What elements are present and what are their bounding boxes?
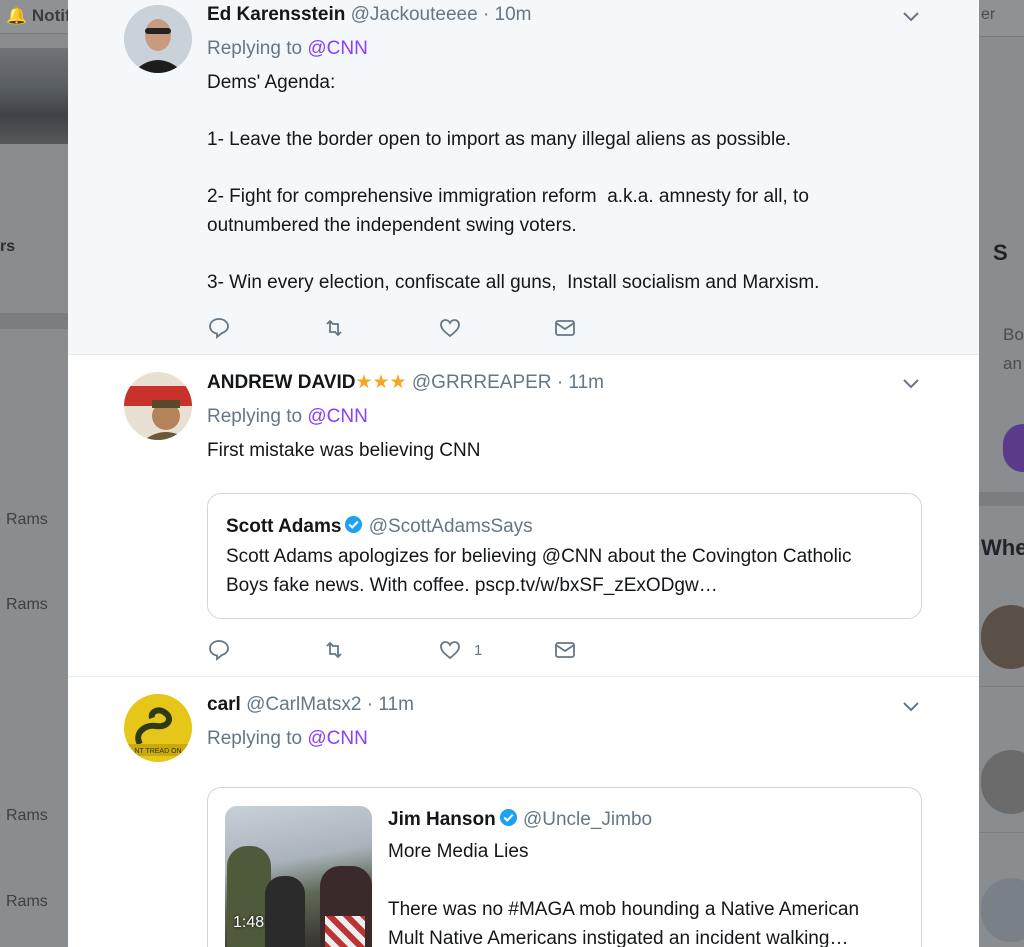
tweet-header: Ed Karensstein @Jackouteeee · 10m <box>207 4 532 26</box>
background-who-to-follow-heading: Whe <box>981 535 1024 560</box>
author-handle[interactable]: @CarlMatsx2 <box>246 694 361 715</box>
background-avatar <box>981 750 1024 814</box>
reply-icon <box>209 318 229 339</box>
retweet-button[interactable] <box>322 637 346 663</box>
author-handle[interactable]: @Jackouteeee <box>351 4 478 25</box>
background-trend-item: Rams <box>6 807 48 824</box>
avatar[interactable] <box>124 372 192 440</box>
conversation-modal: Ed Karensstein @Jackouteeee · 10m Replyi… <box>68 0 979 947</box>
quoted-tweet-text: Scott Adams apologizes for believing @CN… <box>226 546 852 596</box>
background-trend-item: Rams <box>6 893 48 910</box>
background-trend-item: Rams <box>6 511 48 528</box>
verified-badge-icon <box>499 808 517 827</box>
heart-icon <box>440 641 460 660</box>
quoted-tweet[interactable]: 1:48 Jim Hanson @Uncle_Jimbo More Media … <box>207 787 922 947</box>
heart-icon <box>440 319 460 338</box>
replying-to: Replying to @CNN <box>207 406 368 427</box>
chevron-down-icon[interactable] <box>902 698 920 716</box>
chevron-down-icon[interactable] <box>902 8 920 26</box>
quoted-tweet-header: Scott Adams @ScottAdamsSays <box>226 515 533 538</box>
author-name[interactable]: carl <box>207 694 241 715</box>
background-left-column: 🔔 Notifi rs Rams Rams Rams Rams <box>0 0 68 947</box>
chevron-down-icon[interactable] <box>902 375 920 393</box>
background-label: rs <box>0 238 16 255</box>
quoted-tweet-text: More Media Lies There was no #MAGA mob h… <box>388 841 860 947</box>
reply-icon <box>209 640 229 661</box>
tweet-header: ANDREW DAVID★★★ @GRRREAPER · 11m <box>207 371 604 394</box>
avatar-photo <box>124 372 192 440</box>
author-name[interactable]: Ed Karensstein <box>207 4 345 25</box>
reply-button[interactable] <box>207 637 231 663</box>
avatar[interactable] <box>124 5 192 73</box>
background-search-fragment: er <box>981 6 996 23</box>
direct-message-button[interactable] <box>553 637 577 663</box>
background-divider <box>0 313 68 329</box>
retweet-icon <box>326 641 342 659</box>
background-text: Bo an <box>1003 325 1024 373</box>
verified-badge-icon <box>345 515 363 534</box>
tweet-timestamp[interactable]: · 11m <box>367 694 414 715</box>
like-button[interactable]: 1 <box>438 637 482 663</box>
background-photo <box>0 48 68 144</box>
tweet-timestamp[interactable]: · 10m <box>483 4 532 25</box>
mention-link[interactable]: @CNN <box>307 38 367 59</box>
avatar[interactable]: NT TREAD ON <box>124 694 192 762</box>
quoted-tweet[interactable]: Scott Adams @ScottAdamsSays Scott Adams … <box>207 493 922 619</box>
tweet-text: Dems' Agenda: 1- Leave the border open t… <box>207 72 820 293</box>
quoted-author-handle: @Uncle_Jimbo <box>522 809 653 830</box>
tweet-timestamp[interactable]: · 11m <box>557 372 604 393</box>
direct-message-button[interactable] <box>553 315 577 341</box>
background-notifications-tab: 🔔 Notifi <box>6 6 68 25</box>
reply-button[interactable] <box>207 315 231 341</box>
quoted-author-handle: @ScottAdamsSays <box>368 516 533 537</box>
background-heading: S <box>993 240 1008 265</box>
background-right-column: er S Bo an Whe <box>979 0 1024 947</box>
quoted-author-name: Scott Adams <box>226 516 342 537</box>
quoted-author-name: Jim Hanson <box>388 809 496 830</box>
envelope-icon <box>555 320 575 336</box>
video-thumbnail[interactable]: 1:48 <box>225 806 372 947</box>
retweet-button[interactable] <box>322 315 346 341</box>
background-divider <box>979 492 1024 506</box>
author-name[interactable]: ANDREW DAVID <box>207 372 355 393</box>
reply-tweet[interactable]: Ed Karensstein @Jackouteeee · 10m Replyi… <box>68 0 979 355</box>
bell-icon: 🔔 <box>6 6 28 25</box>
like-button[interactable] <box>438 315 474 341</box>
svg-text:NT TREAD ON: NT TREAD ON <box>134 748 181 755</box>
author-handle[interactable]: @GRRREAPER <box>412 372 552 393</box>
background-avatar <box>981 605 1024 669</box>
replying-to: Replying to @CNN <box>207 38 368 59</box>
video-duration: 1:48 <box>233 914 265 931</box>
background-divider <box>979 686 1024 687</box>
quoted-tweet-header: Jim Hanson @Uncle_Jimbo <box>388 808 652 831</box>
background-avatar <box>981 878 1024 942</box>
retweet-icon <box>326 319 342 337</box>
background-button <box>1003 424 1024 472</box>
background-trend-item: Rams <box>6 596 48 613</box>
mention-link[interactable]: @CNN <box>307 406 367 427</box>
replying-to: Replying to @CNN <box>207 728 368 749</box>
reply-tweet[interactable]: NT TREAD ON carl @CarlMatsx2 · 11m Reply… <box>68 677 979 947</box>
tweet-header: carl @CarlMatsx2 · 11m <box>207 694 414 716</box>
avatar-photo <box>124 5 192 73</box>
stars-emoji: ★★★ <box>355 372 407 393</box>
background-divider <box>979 832 1024 833</box>
like-count: 1 <box>474 641 483 659</box>
tweet-text: First mistake was believing CNN <box>207 440 481 461</box>
reply-tweet[interactable]: ANDREW DAVID★★★ @GRRREAPER · 11m Replyin… <box>68 355 979 677</box>
envelope-icon <box>555 642 575 658</box>
gadsden-flag-avatar: NT TREAD ON <box>124 694 192 762</box>
mention-link[interactable]: @CNN <box>307 728 367 749</box>
